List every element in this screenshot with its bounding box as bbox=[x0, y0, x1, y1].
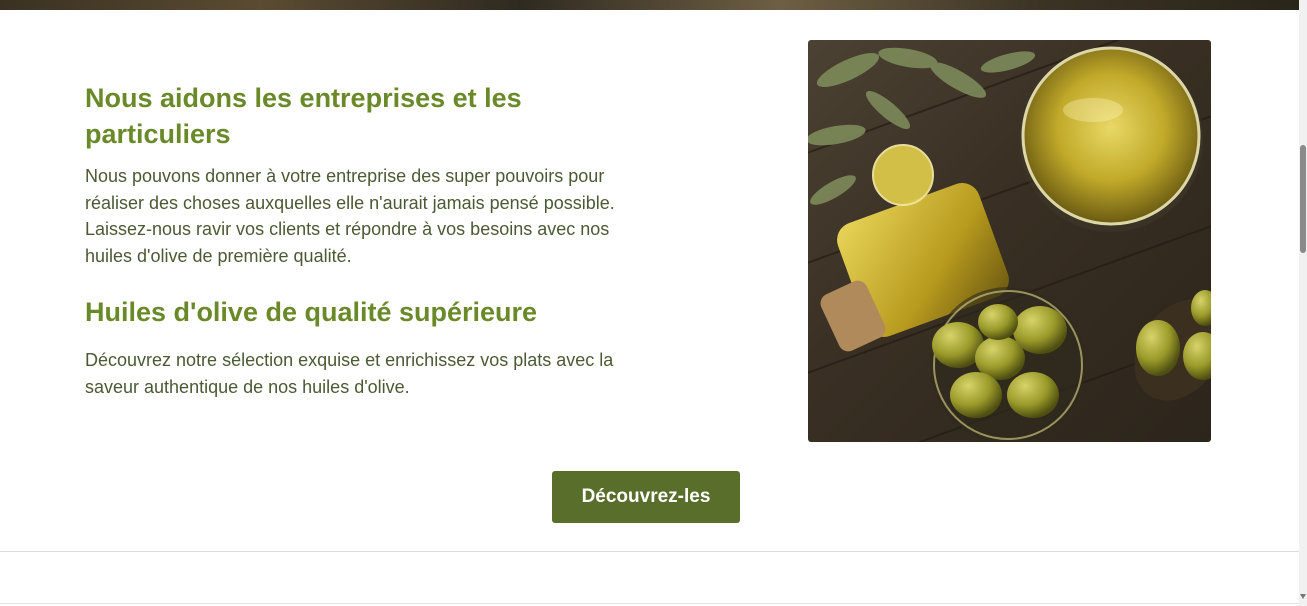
paragraph-quality-oils: Découvrez notre sélection exquise et enr… bbox=[85, 350, 614, 397]
heading-businesses: Nous aidons les entreprises et les parti… bbox=[85, 83, 522, 149]
paragraph-businesses: Nous pouvons donner à votre entreprise d… bbox=[85, 166, 615, 266]
discover-button[interactable]: Découvrez-les bbox=[552, 471, 740, 523]
section-divider bbox=[0, 551, 1299, 552]
intro-content: Nous aidons les entreprises et les parti… bbox=[85, 80, 630, 400]
olive-oil-photo bbox=[808, 40, 1211, 442]
heading-quality-oils: Huiles d'olive de qualité supérieure bbox=[85, 297, 538, 327]
footer-border bbox=[0, 603, 1299, 604]
scrollbar-thumb[interactable] bbox=[1300, 145, 1306, 253]
top-banner-image bbox=[0, 0, 1299, 10]
page-scrollbar[interactable] bbox=[1299, 0, 1307, 606]
scroll-down-arrow-icon[interactable] bbox=[1300, 594, 1306, 599]
